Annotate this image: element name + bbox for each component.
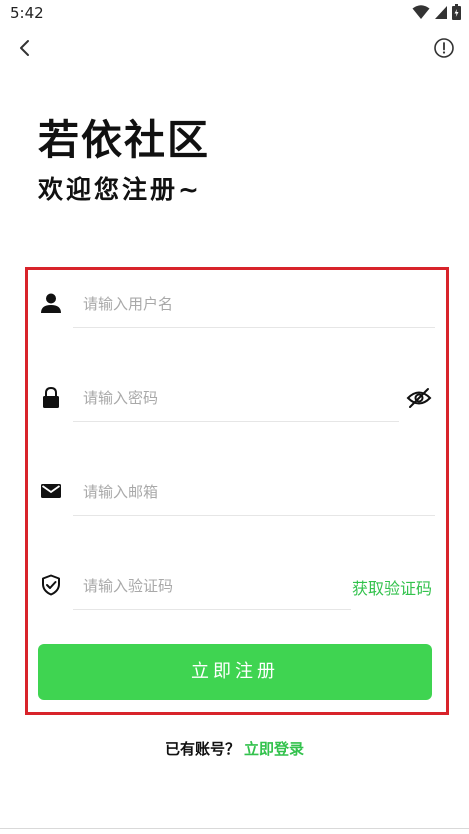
page-title: 若依社区 bbox=[38, 116, 210, 164]
battery-icon bbox=[452, 4, 461, 20]
shield-check-icon bbox=[42, 574, 60, 596]
person-icon bbox=[41, 293, 61, 313]
code-input[interactable] bbox=[73, 562, 351, 610]
get-code-button[interactable]: 获取验证码 bbox=[352, 575, 432, 599]
password-visibility-toggle[interactable] bbox=[406, 386, 432, 410]
login-link[interactable]: 立即登录 bbox=[244, 740, 304, 758]
mail-icon bbox=[41, 484, 61, 498]
eye-off-icon bbox=[406, 388, 432, 408]
signal-icon bbox=[435, 6, 447, 19]
chevron-left-icon bbox=[20, 40, 29, 56]
info-icon bbox=[434, 38, 454, 58]
top-bar bbox=[0, 30, 469, 66]
lock-icon bbox=[43, 386, 59, 408]
status-time: 5:42 bbox=[10, 4, 44, 22]
status-bar: 5:42 bbox=[0, 0, 469, 28]
code-row: 获取验证码 bbox=[28, 562, 446, 610]
email-input[interactable] bbox=[73, 468, 435, 516]
status-icons bbox=[412, 4, 461, 20]
login-prompt: 已有账号？ 立即登录 bbox=[0, 738, 469, 759]
register-button[interactable]: 立即注册 bbox=[38, 644, 432, 700]
info-button[interactable] bbox=[431, 35, 457, 61]
wifi-icon bbox=[412, 5, 430, 19]
password-row bbox=[28, 374, 446, 422]
bottom-divider bbox=[0, 828, 469, 829]
login-question: 已有账号？ bbox=[164, 740, 240, 758]
back-button[interactable] bbox=[12, 34, 40, 62]
email-row bbox=[28, 468, 446, 516]
password-input[interactable] bbox=[73, 374, 399, 422]
page-subtitle: 欢迎您注册~ bbox=[38, 175, 202, 204]
username-row bbox=[28, 280, 446, 328]
username-input[interactable] bbox=[73, 280, 435, 328]
register-form: 获取验证码 立即注册 bbox=[25, 267, 449, 715]
